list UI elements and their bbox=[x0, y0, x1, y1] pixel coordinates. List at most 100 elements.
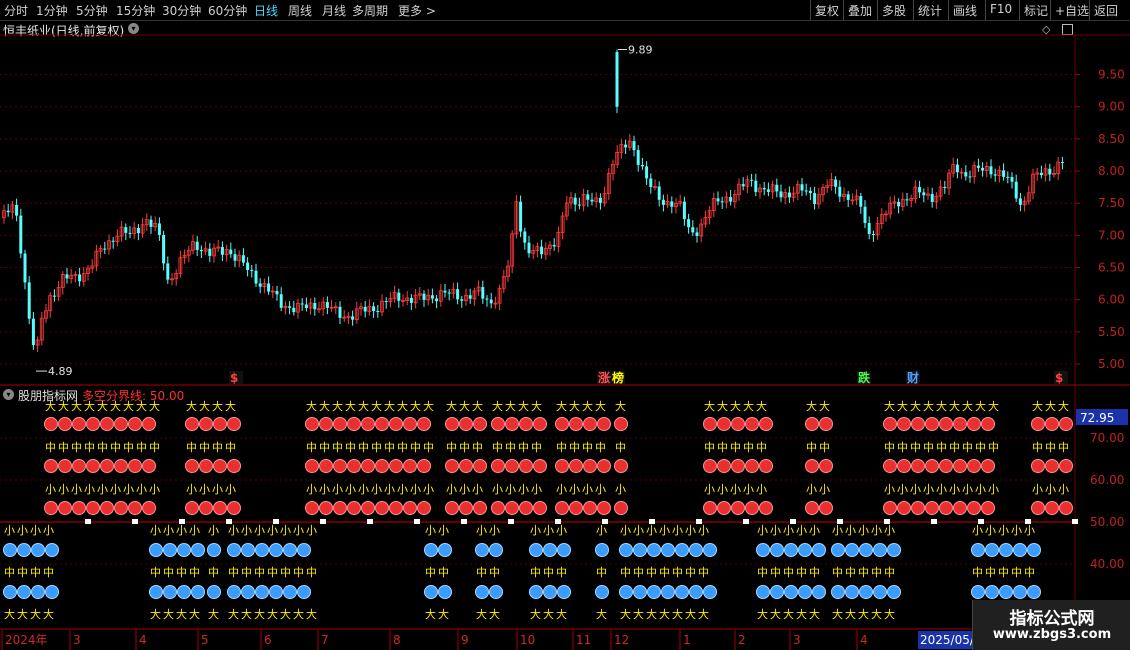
bear-ball bbox=[3, 585, 17, 599]
period-tab-0[interactable]: 分时 bbox=[4, 2, 28, 19]
bear-mid-glyph: 中 bbox=[280, 566, 291, 579]
bear-mid-glyph: 中 bbox=[620, 566, 631, 579]
toolbar-separator bbox=[843, 0, 844, 20]
bear-mid-glyph: 中 bbox=[30, 566, 41, 579]
bull-ball bbox=[213, 501, 227, 515]
bull-small-glyph: 小 bbox=[923, 483, 934, 496]
toolbar-action-2[interactable]: 多股 bbox=[882, 2, 906, 19]
bull-big-glyph: 大 bbox=[910, 399, 921, 413]
period-tab-1[interactable]: 1分钟 bbox=[36, 2, 68, 19]
candle-body-down bbox=[943, 186, 947, 189]
bull-small-glyph: 小 bbox=[123, 483, 134, 496]
bull-mid-glyph: 中 bbox=[71, 441, 82, 454]
bull-big-glyph: 大 bbox=[492, 399, 503, 413]
bear-small-glyph: 小 bbox=[489, 524, 500, 537]
price-chart-panel[interactable]: 恒丰纸业(日线,前复权) ▾ ◇ 9.50 9.00 8.50 8.00 7.50 7.0… bbox=[0, 20, 1130, 386]
bear-small-glyph: 小 bbox=[241, 524, 252, 537]
toolbar-action-0[interactable]: 复权 bbox=[815, 2, 839, 19]
period-tab-5[interactable]: 60分钟 bbox=[208, 2, 247, 19]
candle-body-down bbox=[23, 253, 27, 283]
candle-body-down bbox=[430, 295, 434, 299]
bull-ball bbox=[911, 501, 925, 515]
bear-small-glyph: 小 bbox=[556, 524, 567, 537]
bull-big-glyph: 大 bbox=[1058, 399, 1069, 413]
period-tab-2[interactable]: 5分钟 bbox=[76, 2, 108, 19]
event-marker[interactable]: $ bbox=[1055, 371, 1063, 385]
time-label: 12 bbox=[614, 633, 629, 647]
bull-big-glyph: 大 bbox=[704, 399, 715, 413]
period-tab-9[interactable]: 多周期 bbox=[352, 2, 388, 19]
bull-ball bbox=[445, 417, 459, 431]
bull-mid-glyph: 中 bbox=[962, 441, 973, 454]
bear-small-glyph: 小 bbox=[672, 524, 683, 537]
bull-mid-glyph: 中 bbox=[423, 441, 434, 454]
toolbar-action-4[interactable]: 画线 bbox=[953, 2, 977, 19]
indicator-panel[interactable]: 70.00 60.00 50.00 40.00 72.95 中小大中小大中小大中小大中小大… bbox=[0, 386, 1130, 630]
bear-big-glyph: 大 bbox=[884, 607, 895, 621]
bear-ball bbox=[798, 585, 812, 599]
bull-mid-glyph: 中 bbox=[743, 441, 754, 454]
bear-big-glyph: 大 bbox=[596, 607, 607, 621]
bull-ball bbox=[213, 417, 227, 431]
bear-signal-group: 小中大 小中大 小中大 小中大 小中大 小中大 小中大 小中大 小中大 小中大 小中大 小中大 小中大 小… bbox=[3, 524, 1041, 621]
bull-ball bbox=[883, 417, 897, 431]
candle-body-down bbox=[552, 245, 556, 247]
candle-body-down bbox=[351, 316, 355, 320]
dividing-marker bbox=[461, 519, 467, 524]
dividing-marker bbox=[320, 519, 326, 524]
bull-ball bbox=[939, 417, 953, 431]
period-tab-6[interactable]: 日线 bbox=[254, 2, 278, 19]
event-marker[interactable]: 财 bbox=[906, 370, 919, 385]
dividing-marker bbox=[743, 519, 749, 524]
candle-body-down bbox=[15, 204, 19, 216]
candle-body-down bbox=[103, 248, 107, 250]
candle-body-down bbox=[993, 174, 997, 176]
bull-mid-glyph: 中 bbox=[199, 441, 210, 454]
bear-small-glyph: 小 bbox=[698, 524, 709, 537]
bull-big-glyph: 大 bbox=[949, 399, 960, 413]
event-marker[interactable]: 跌 bbox=[858, 370, 871, 385]
toolbar-action-3[interactable]: 统计 bbox=[918, 2, 942, 19]
bull-ball bbox=[911, 417, 925, 431]
period-tab-4[interactable]: 30分钟 bbox=[162, 2, 201, 19]
indicator-dropdown-icon[interactable]: ▾ bbox=[3, 389, 14, 400]
bull-small-glyph: 小 bbox=[186, 483, 197, 496]
bull-mid-glyph: 中 bbox=[123, 441, 134, 454]
toolbar-action-8[interactable]: 返回 bbox=[1094, 2, 1118, 19]
bull-small-glyph: 小 bbox=[459, 483, 470, 496]
bear-ball bbox=[985, 585, 999, 599]
indicator-tick-label: 60.00 bbox=[1090, 473, 1124, 487]
toolbar-action-7[interactable]: +自选 bbox=[1055, 2, 1089, 19]
bull-ball bbox=[72, 459, 86, 473]
candle-body-down bbox=[481, 287, 485, 299]
period-tab-7[interactable]: 周线 bbox=[288, 2, 312, 19]
bear-ball bbox=[1013, 543, 1027, 557]
candle-body-down bbox=[157, 223, 161, 235]
period-tab-8[interactable]: 月线 bbox=[322, 2, 346, 19]
bull-ball bbox=[389, 417, 403, 431]
bull-ball bbox=[967, 501, 981, 515]
period-tab-10[interactable]: 更多 > bbox=[398, 2, 436, 19]
bull-ball bbox=[703, 459, 717, 473]
event-marker[interactable]: $ bbox=[230, 371, 238, 385]
bull-ball bbox=[569, 501, 583, 515]
price-tick-label: 7.00 bbox=[1098, 228, 1125, 242]
toolbar-action-6[interactable]: 标记 bbox=[1024, 2, 1048, 19]
bull-ball bbox=[473, 501, 487, 515]
bear-ball bbox=[475, 543, 489, 557]
bull-ball bbox=[1045, 459, 1059, 473]
candle-body-down bbox=[288, 306, 292, 308]
bear-ball bbox=[241, 543, 255, 557]
event-marker[interactable]: 榜 bbox=[612, 370, 624, 385]
low-price-label: 4.89 bbox=[48, 365, 73, 378]
candle-body-down bbox=[922, 192, 926, 196]
candle-body-down bbox=[640, 164, 644, 167]
period-tab-3[interactable]: 15分钟 bbox=[116, 2, 155, 19]
bull-ball bbox=[569, 417, 583, 431]
bull-ball bbox=[897, 459, 911, 473]
bull-ball bbox=[981, 417, 995, 431]
toolbar-action-1[interactable]: 叠加 bbox=[848, 2, 872, 19]
candle-body-down bbox=[846, 194, 850, 200]
candle-body-down bbox=[1039, 172, 1043, 176]
toolbar-action-5[interactable]: F10 bbox=[990, 2, 1012, 16]
